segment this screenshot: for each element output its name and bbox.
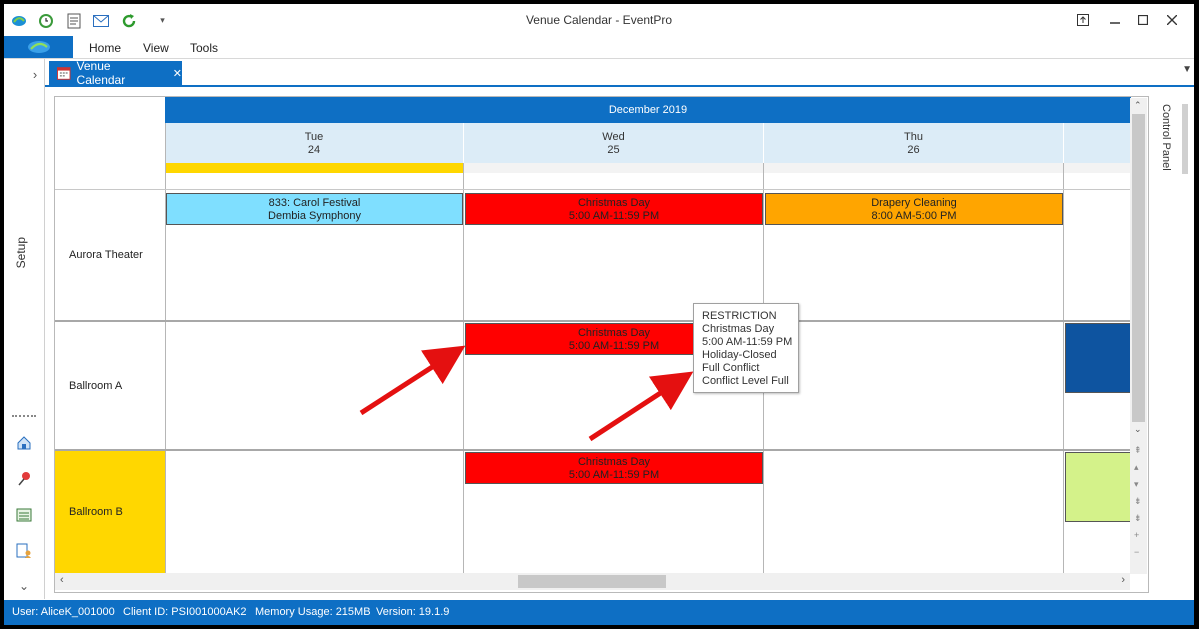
tab-close-icon[interactable]: ✕ <box>173 67 182 80</box>
title-bar: ▾ Venue Calendar - EventPro <box>4 4 1194 36</box>
horizontal-scrollbar[interactable]: ‹ › <box>55 573 1130 590</box>
status-version: Version: 19.1.9 <box>376 606 450 618</box>
panel-scroll-thumb[interactable] <box>1182 104 1188 174</box>
menu-home[interactable]: Home <box>89 41 121 55</box>
calendar-icon <box>57 67 71 80</box>
event-tooltip: RESTRICTION Christmas Day 5:00 AM-11:59 … <box>693 303 799 393</box>
tooltip-reason: Holiday-Closed <box>702 349 777 361</box>
tooltip-title: Christmas Day <box>702 323 775 335</box>
scrollbar-thumb[interactable] <box>1132 114 1145 422</box>
app-window: ▾ Venue Calendar - EventPro Home View To… <box>4 4 1194 625</box>
tab-venue-calendar[interactable]: Venue Calendar ✕ <box>49 59 182 87</box>
scroll-right-icon[interactable]: › <box>1121 574 1125 586</box>
document-tab-strip: Venue Calendar ✕ ▼ <box>45 59 1194 87</box>
annotation-arrows <box>359 345 694 442</box>
tooltip-time: 5:00 AM-11:59 PM <box>702 336 793 348</box>
calendar-list-icon[interactable] <box>15 506 33 524</box>
left-navigation-rail: › Setup ⌄ <box>4 59 45 599</box>
vertical-scrollbar[interactable]: ⌃ ⌄ ⇞ ▴ ▾ ⇟ ⇟ + − <box>1130 98 1147 574</box>
window-title: Venue Calendar - EventPro <box>525 13 673 27</box>
tab-list-dropdown-icon[interactable]: ▼ <box>1182 64 1192 75</box>
tooltip-conflict: Full Conflict <box>702 362 760 374</box>
restore-layout-icon[interactable] <box>1072 10 1094 30</box>
application-menu-button[interactable] <box>4 36 73 58</box>
status-memory: Memory Usage: 215MB <box>255 606 371 618</box>
status-user: User: AliceK_001000 <box>12 606 115 618</box>
venue-calendar-grid: December 2019 Tue 24 Wed 25 Thu 26 Auror… <box>54 96 1149 593</box>
scrollbar-thumb[interactable] <box>518 575 666 588</box>
chevron-right-icon[interactable]: › <box>26 65 44 83</box>
menu-tools[interactable]: Tools <box>190 41 218 55</box>
arrow-to-tooltip <box>588 371 694 442</box>
setup-panel-label[interactable]: Setup <box>14 237 28 268</box>
scroll-down-icon[interactable]: ⌄ <box>1134 424 1142 435</box>
status-bar: User: AliceK_001000 Client ID: PSI001000… <box>4 600 1194 625</box>
pin-icon[interactable] <box>15 470 33 488</box>
ribbon-menu: Home View Tools <box>4 36 1194 59</box>
scroll-up-icon[interactable]: ⌃ <box>1134 100 1142 111</box>
control-panel-sidebar[interactable]: Control Panel <box>1154 96 1194 591</box>
tooltip-conflict-level: Conflict Level Full <box>702 375 789 387</box>
home-icon[interactable] <box>15 434 33 452</box>
scroll-left-icon[interactable]: ‹ <box>60 574 64 586</box>
user-document-icon[interactable] <box>15 542 33 560</box>
chevron-down-icon[interactable]: ⌄ <box>15 577 33 595</box>
menu-view[interactable]: View <box>143 41 169 55</box>
close-button[interactable] <box>1161 10 1183 30</box>
app-logo-icon <box>28 41 50 53</box>
maximize-button[interactable] <box>1132 10 1154 30</box>
tab-label: Venue Calendar <box>76 59 126 87</box>
control-panel-label[interactable]: Control Panel <box>1160 104 1172 171</box>
status-client-id: Client ID: PSI001000AK2 <box>123 606 247 618</box>
rail-splitter[interactable] <box>12 415 36 417</box>
tooltip-type: RESTRICTION <box>702 310 777 322</box>
arrow-to-event <box>359 345 466 416</box>
minimize-button[interactable] <box>1104 10 1126 30</box>
navigation-buttons[interactable]: ⇞ ▴ ▾ ⇟ ⇟ + − <box>1134 442 1142 561</box>
